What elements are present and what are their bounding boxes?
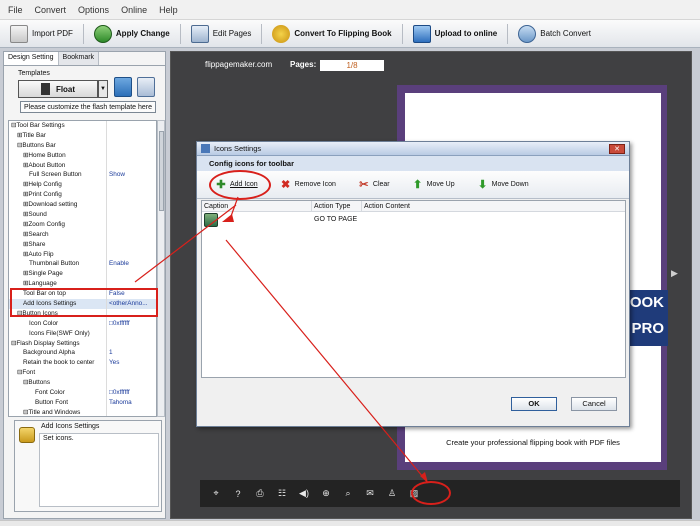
status-bar: [0, 520, 700, 526]
annotation-arrows: [134, 196, 429, 484]
